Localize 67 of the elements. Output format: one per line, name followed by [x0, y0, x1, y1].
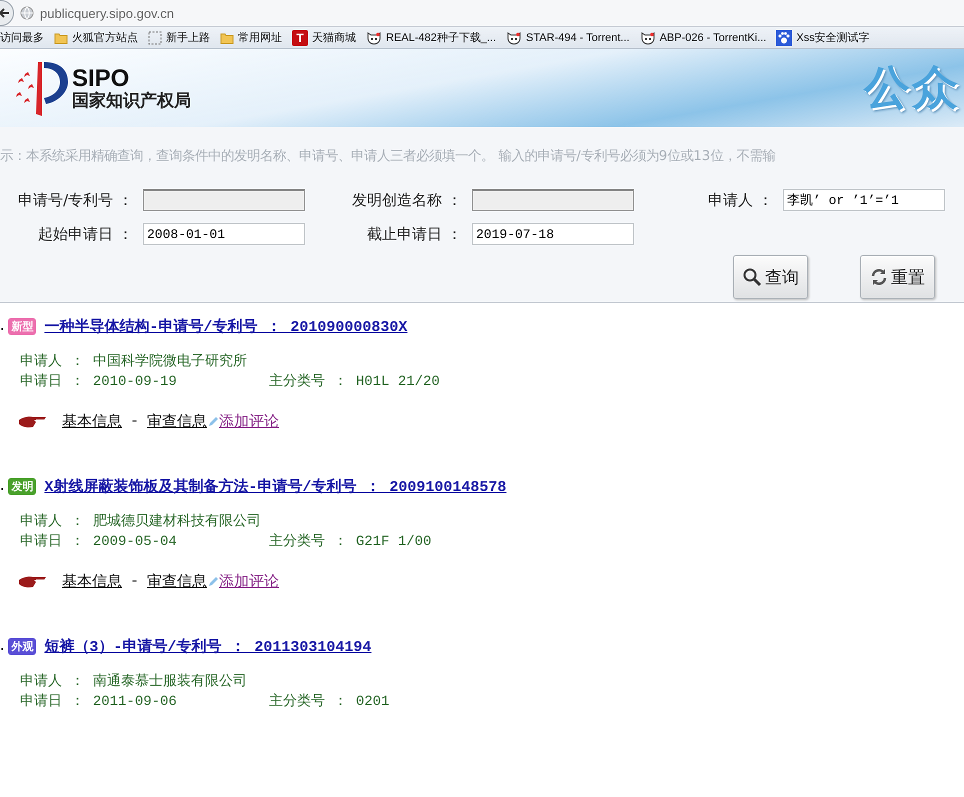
classification-text: 主分类号 ： H01L 21/20 — [269, 372, 440, 392]
basic-info-link[interactable]: 基本信息 — [62, 412, 122, 431]
pencil-icon — [207, 576, 220, 588]
logo-text: SIPO — [72, 66, 130, 91]
applicant-text: 申请人 ： 肥城德贝建材科技有限公司 — [20, 512, 261, 532]
refresh-icon — [870, 268, 888, 286]
classification-text: 主分类号 ： G21F 1/00 — [269, 532, 432, 552]
result-number: . — [0, 318, 6, 334]
applicant-text: 申请人 ： 南通泰慕士服装有限公司 — [20, 672, 247, 692]
examination-info-link[interactable]: 审查信息 — [147, 412, 208, 431]
reset-button[interactable]: 重置 — [860, 255, 935, 300]
type-tag: 新型 — [8, 318, 36, 335]
cat-face-icon — [506, 30, 522, 45]
bookmark-link[interactable]: 新手上路 — [148, 30, 210, 46]
add-comment-link[interactable]: 添加评论 — [219, 412, 280, 431]
bookmark-link[interactable]: ABP-026 - TorrentKi... — [640, 30, 766, 45]
search-icon — [742, 267, 762, 288]
search-button[interactable]: 查询 — [733, 255, 808, 300]
result-title-link[interactable]: 短裤（3）-申请号/专利号 ： 2011303104194 — [44, 637, 372, 656]
bookmark-link[interactable]: REAL-482种子下载_... — [366, 30, 496, 46]
banner-title: 公众 — [864, 59, 960, 116]
result-number: . — [0, 638, 6, 654]
type-tag: 发明 — [8, 478, 36, 495]
link-separator: - — [130, 573, 140, 590]
pencil-icon — [207, 416, 220, 428]
add-comment-link[interactable]: 添加评论 — [219, 572, 280, 591]
back-arrow-icon — [0, 7, 10, 19]
search-hint: 示：本系统采用精确查询，查询条件中的发明名称、申请号、申请人三者必须填一个。 输入的申请号/专利号必须为9位或13位，不需输 — [0, 127, 964, 178]
bookmark-link[interactable]: 火狐官方站点 — [54, 30, 138, 46]
input-field[interactable]: 李凯’ or ’1’=’1 — [783, 189, 945, 212]
folder-icon — [220, 30, 234, 45]
globe-icon — [20, 6, 34, 20]
filing-date-text: 申请日 ： 2010-09-19 — [20, 372, 177, 392]
bookmark-link[interactable]: 访问最多 — [0, 30, 44, 46]
bookmark-link[interactable]: Xss安全测试字 — [776, 30, 870, 46]
field-label: 申请人 ： — [707, 190, 774, 210]
folder-icon — [54, 30, 68, 45]
link-separator: - — [130, 413, 140, 430]
bookmark-link[interactable]: T 天猫商城 — [292, 30, 356, 46]
classification-text: 主分类号 ： 0201 — [269, 692, 390, 712]
bookmark-link[interactable]: STAR-494 - Torrent... — [506, 30, 630, 45]
result-title-link[interactable]: 一种半导体结构-申请号/专利号 ： 201090000830X — [44, 317, 408, 336]
cat-face-icon — [366, 30, 382, 45]
filing-date-text: 申请日 ： 2011-09-06 — [20, 692, 177, 712]
field-label: 截止申请日 ： — [366, 224, 463, 244]
back-button[interactable] — [0, 0, 14, 26]
input-field[interactable]: 2008-01-01 — [143, 223, 305, 246]
pointing-hand-icon — [18, 414, 48, 428]
tmall-icon: T — [292, 30, 308, 46]
paw-icon — [776, 30, 792, 46]
field-label: 申请号/专利号 ： — [17, 190, 134, 210]
result-number: . — [0, 478, 6, 494]
bookmark-link[interactable]: 常用网址 — [220, 30, 282, 46]
pointing-hand-icon — [18, 574, 48, 588]
basic-info-link[interactable]: 基本信息 — [62, 572, 122, 591]
field-label: 起始申请日 ： — [37, 224, 134, 244]
input-field[interactable]: 2019-07-18 — [472, 223, 634, 246]
dotted-square-icon — [148, 30, 162, 45]
examination-info-link[interactable]: 审查信息 — [147, 572, 208, 591]
address-bar[interactable]: publicquery.sipo.gov.cn — [40, 6, 174, 20]
result-title-link[interactable]: X射线屏蔽装饰板及其制备方法-申请号/专利号 ： 2009100148578 — [44, 477, 506, 496]
field-label: 发明创造名称 ： — [351, 190, 463, 210]
type-tag: 外观 — [8, 638, 36, 655]
filing-date-text: 申请日 ： 2009-05-04 — [20, 532, 177, 552]
applicant-text: 申请人 ： 中国科学院微电子研究所 — [20, 352, 247, 372]
cat-face-icon — [640, 30, 656, 45]
organization-name: 国家知识产权局 — [72, 92, 191, 110]
